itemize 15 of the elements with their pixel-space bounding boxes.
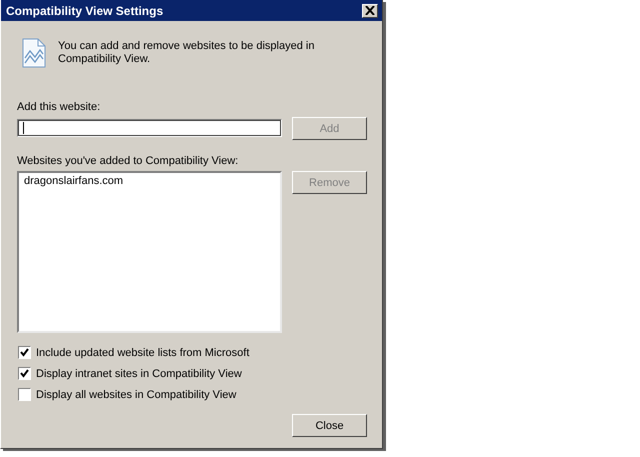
intro-text: You can add and remove websites to be displayed in Compatibility View.	[58, 40, 316, 66]
window-title: Compatibility View Settings	[6, 4, 164, 18]
list-label: Websites you've added to Compatibility View:	[17, 155, 240, 167]
website-list-item[interactable]: dragonslairfans.com	[24, 175, 275, 187]
field-label: Add this website:	[17, 101, 102, 113]
checkbox-label: Include updated website lists from Microsoft	[36, 346, 250, 358]
website-input-field[interactable]	[17, 119, 282, 137]
document-icon	[22, 38, 46, 68]
checkbox-label: Display all websites in Compatibility View	[36, 388, 236, 400]
close-icon[interactable]	[362, 4, 378, 18]
checkbox[interactable]	[18, 367, 31, 380]
close-button[interactable]: Close	[292, 414, 367, 437]
checkbox[interactable]	[18, 388, 31, 401]
checkbox-label: Display intranet sites in Compatibility View	[36, 368, 242, 380]
checkbox[interactable]	[18, 346, 31, 359]
